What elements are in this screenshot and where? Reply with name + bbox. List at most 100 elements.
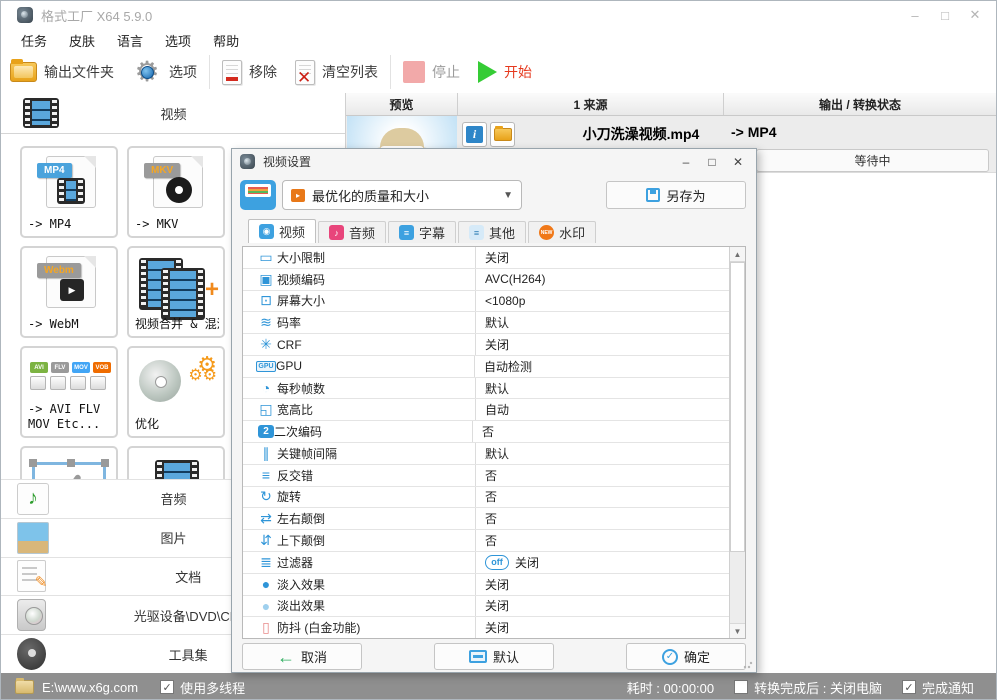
preset-tray-icon — [240, 180, 276, 210]
setting-row-7[interactable]: ◱ 宽高比 自动 — [243, 399, 729, 422]
tab-音频[interactable]: ♪ 音频 — [318, 221, 387, 243]
quality-preset-select[interactable]: ▸ 最优化的质量和大小 ▼ — [282, 180, 522, 210]
dialog-minimize-button[interactable]: – — [676, 153, 696, 171]
format-card-mp4[interactable]: MP4 -> MP4 — [20, 146, 118, 238]
header-preview[interactable]: 预览 — [346, 93, 458, 115]
setting-row-2[interactable]: ⊡ 屏幕大小 <1080p — [243, 290, 729, 313]
setting-row-11[interactable]: ↻ 旋转 否 — [243, 486, 729, 509]
flip-h-icon: ⇄ — [260, 510, 272, 527]
clear-list-button[interactable]: 清空列表 — [286, 53, 387, 91]
setting-row-8[interactable]: 2 二次编码 否 — [243, 421, 729, 444]
output-folder-button[interactable]: 输出文件夹 — [1, 53, 123, 91]
setting-value[interactable]: 默认 — [475, 443, 729, 464]
setting-value[interactable]: 自动检测 — [474, 355, 729, 377]
title-bar: 格式工厂 X64 5.9.0 – □ ✕ — [1, 1, 996, 29]
setting-value[interactable]: off 关闭 — [475, 551, 729, 573]
format-card-mkv[interactable]: MKV -> MKV — [127, 146, 225, 238]
format-card-webm[interactable]: Webm ▶ -> WebM — [20, 246, 118, 338]
setting-row-6[interactable]: ◔ 每秒帧数 默认 — [243, 377, 729, 400]
setting-value[interactable]: <1080p — [475, 290, 729, 312]
sidebar-section-video[interactable]: 视频 — [1, 93, 345, 134]
open-folder-button[interactable] — [490, 122, 515, 147]
maximize-button[interactable]: □ — [934, 5, 956, 25]
setting-value[interactable]: 默认 — [475, 377, 729, 399]
scroll-up-icon[interactable]: ▲ — [730, 247, 745, 262]
setting-value[interactable]: 否 — [475, 464, 729, 486]
setting-value[interactable]: 默认 — [475, 312, 729, 334]
save-as-button[interactable]: 另存为 — [606, 181, 746, 209]
options-button[interactable]: ⚙ 选项 — [123, 53, 206, 91]
scrollbar[interactable]: ▲ ▼ — [729, 247, 745, 638]
tab-水印[interactable]: NEW 水印 — [528, 221, 597, 243]
default-stamp-icon — [468, 650, 487, 663]
setting-row-13[interactable]: ⇵ 上下颠倒 否 — [243, 530, 729, 552]
setting-label: 淡入效果 — [277, 577, 326, 592]
format-card-partial-film[interactable] — [127, 446, 225, 479]
remove-button[interactable]: 移除 — [213, 53, 286, 91]
dialog-maximize-button[interactable]: □ — [702, 153, 722, 171]
toolbar: 输出文件夹 ⚙ 选项 移除 清空列表 停止 开始 — [1, 51, 996, 93]
header-source[interactable]: 1 来源 — [458, 93, 724, 115]
音频-tab-icon: ♪ — [329, 225, 345, 240]
format-card-label: -> MP4 — [28, 217, 72, 231]
toolbar-divider — [209, 55, 210, 89]
atom-icon: ✳ — [260, 336, 272, 353]
setting-row-17[interactable]: ▯ 防抖 (白金功能) 关闭 — [243, 617, 729, 639]
format-card-optimize[interactable]: ⚙ ⚙⚙ 优化 — [127, 346, 225, 438]
menu-item-3[interactable]: 选项 — [161, 30, 195, 51]
tab-字幕[interactable]: ≡ 字幕 — [388, 221, 457, 243]
tab-其他[interactable]: ≡ 其他 — [458, 221, 527, 243]
setting-value[interactable]: 否 — [475, 508, 729, 530]
menu-item-4[interactable]: 帮助 — [209, 30, 243, 51]
setting-value[interactable]: AVC(H264) — [475, 268, 729, 290]
scroll-down-icon[interactable]: ▼ — [730, 623, 745, 638]
setting-row-4[interactable]: ✳ CRF 关闭 — [243, 334, 729, 356]
header-output-status[interactable]: 输出 / 转换状态 — [724, 93, 996, 115]
default-button[interactable]: 默认 — [434, 643, 554, 670]
start-button[interactable]: 开始 — [469, 53, 541, 91]
setting-value[interactable]: 关闭 — [475, 247, 729, 268]
dialog-close-button[interactable]: ✕ — [728, 153, 748, 171]
setting-row-14[interactable]: ≣ 过滤器 off 关闭 — [243, 551, 729, 574]
setting-row-0[interactable]: ▭ 大小限制 关闭 — [243, 247, 729, 269]
setting-row-12[interactable]: ⇄ 左右颠倒 否 — [243, 508, 729, 531]
ok-button[interactable]: ✓ 确定 — [626, 643, 746, 670]
setting-value[interactable]: 否 — [472, 421, 729, 443]
setting-value[interactable]: 否 — [475, 486, 729, 508]
setting-row-15[interactable]: ● 淡入效果 关闭 — [243, 573, 729, 596]
setting-row-9[interactable]: ∥ 关键帧间隔 默认 — [243, 443, 729, 465]
scrollbar-thumb[interactable] — [730, 262, 745, 552]
setting-row-10[interactable]: ≡ 反交错 否 — [243, 464, 729, 487]
shutdown-after-checkbox[interactable] — [734, 680, 749, 694]
setting-value[interactable]: 关闭 — [475, 573, 729, 595]
format-card-merge[interactable]: + 视频合并 & 混流 — [127, 246, 225, 338]
stop-button[interactable]: 停止 — [394, 53, 469, 91]
minimize-button[interactable]: – — [904, 5, 926, 25]
setting-row-3[interactable]: ≋ 码率 默认 — [243, 312, 729, 335]
setting-row-1[interactable]: ▣ 视频编码 AVC(H264) — [243, 268, 729, 291]
setting-value[interactable]: 否 — [475, 530, 729, 551]
menu-item-1[interactable]: 皮肤 — [65, 30, 99, 51]
media-info-button[interactable]: i — [462, 122, 487, 147]
notify-checkbox[interactable]: ✓ — [901, 680, 916, 694]
setting-value[interactable]: 关闭 — [475, 617, 729, 639]
output-path[interactable]: E:\www.x6g.com — [42, 680, 138, 695]
setting-row-16[interactable]: ● 淡出效果 关闭 — [243, 595, 729, 618]
format-ribbon: MKV — [144, 163, 181, 178]
tab-视频[interactable]: ◉ 视频 — [248, 219, 317, 243]
menu-item-2[interactable]: 语言 — [113, 30, 147, 51]
setting-row-5[interactable]: GPU GPU 自动检测 — [243, 355, 729, 378]
close-button[interactable]: ✕ — [964, 5, 986, 25]
setting-label: 上下颠倒 — [277, 534, 326, 549]
dialog-resize-grip[interactable] — [743, 659, 753, 669]
menu-item-0[interactable]: 任务 — [17, 30, 51, 51]
multithread-checkbox[interactable]: ✓ — [160, 680, 175, 694]
format-card-multi[interactable]: AVI FLV MOV VOB -> AVI FLV MOV Etc... — [20, 346, 118, 438]
setting-value[interactable]: 自动 — [475, 399, 729, 421]
disc-icon — [17, 599, 47, 632]
setting-value[interactable]: 关闭 — [475, 334, 729, 355]
其他-tab-icon: ≡ — [469, 225, 485, 240]
setting-value[interactable]: 关闭 — [475, 595, 729, 617]
cancel-button[interactable]: ← 取消 — [242, 643, 362, 670]
format-card-partial-crop[interactable] — [20, 446, 118, 479]
